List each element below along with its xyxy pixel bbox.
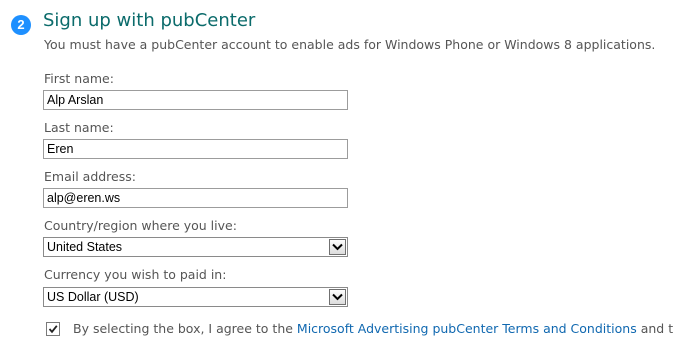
section-subtitle: You must have a pubCenter account to ena… <box>44 37 656 52</box>
terms-and-conditions-link[interactable]: Microsoft Advertising pubCenter Terms an… <box>297 321 637 336</box>
last-name-field[interactable] <box>43 139 348 159</box>
chevron-down-icon <box>332 293 343 301</box>
terms-agreement-text: By selecting the box, I agree to the Mic… <box>73 321 673 336</box>
terms-text-after: and t <box>636 321 674 336</box>
first-name-field[interactable] <box>43 90 348 110</box>
currency-select[interactable]: US Dollar (USD) <box>43 287 348 307</box>
country-dropdown-button[interactable] <box>329 239 346 255</box>
currency-label: Currency you wish to paid in: <box>44 267 227 282</box>
terms-checkbox[interactable] <box>46 322 60 336</box>
email-label: Email address: <box>44 169 136 184</box>
checkmark-icon <box>48 325 58 334</box>
currency-selected-value: US Dollar (USD) <box>47 290 139 304</box>
email-field[interactable] <box>43 188 348 208</box>
country-label: Country/region where you live: <box>44 218 237 233</box>
last-name-label: Last name: <box>44 120 114 135</box>
step-number-badge: 2 <box>11 15 31 35</box>
terms-text-before: By selecting the box, I agree to the <box>73 321 297 336</box>
currency-dropdown-button[interactable] <box>329 289 346 305</box>
section-title: Sign up with pubCenter <box>43 10 256 31</box>
country-select[interactable]: United States <box>43 237 348 257</box>
first-name-label: First name: <box>44 71 114 86</box>
chevron-down-icon <box>332 243 343 251</box>
country-selected-value: United States <box>47 240 123 254</box>
